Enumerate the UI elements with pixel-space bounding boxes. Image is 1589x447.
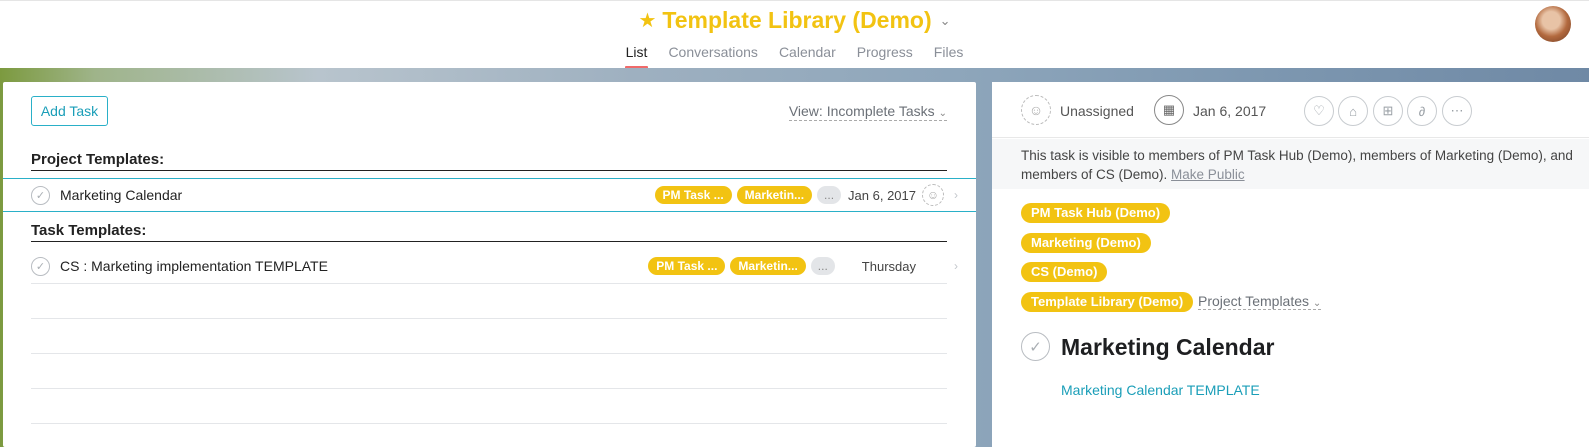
more-options-icon[interactable]: ⋯ [1442,96,1472,126]
task-list-pane: Add Task View: Incomplete Tasks ⌄ Project… [3,82,976,447]
complete-check-icon[interactable]: ✓ [31,185,50,205]
view-filter-dropdown[interactable]: View: Incomplete Tasks ⌄ [788,103,947,121]
add-task-button[interactable]: Add Task [31,96,108,126]
chevron-down-icon[interactable]: ⌄ [940,13,951,29]
tab-list[interactable]: List [624,44,649,70]
unassigned-user-icon[interactable]: ☺ [922,184,944,206]
chevron-right-icon[interactable]: › [954,259,958,273]
row-divider [31,283,947,284]
due-date: Thursday [861,258,916,274]
project-tag[interactable]: PM Task ... [648,257,726,275]
complete-check-icon[interactable]: ✓ [31,256,50,276]
due-date-label[interactable]: Jan 6, 2017 [1193,103,1266,119]
attachment-icon[interactable]: ∂ [1407,96,1437,126]
tab-calendar[interactable]: Calendar [778,44,837,68]
make-public-link[interactable]: Make Public [1171,167,1245,182]
task-name[interactable]: Marketing Calendar [60,187,655,203]
visibility-text: This task is visible to members of PM Ta… [1021,148,1573,163]
tag-icon[interactable]: ⌂ [1338,96,1368,126]
project-tag[interactable]: Marketin... [730,257,806,275]
view-filter-label: View: Incomplete Tasks [788,103,935,119]
more-tags-pill[interactable]: ... [817,186,842,204]
description-link[interactable]: Marketing Calendar TEMPLATE [1061,382,1260,398]
section-header[interactable]: Task Templates: [31,222,947,242]
chevron-down-icon: ⌄ [1312,298,1322,309]
visibility-notice: This task is visible to members of PM Ta… [992,139,1589,189]
task-name[interactable]: CS : Marketing implementation TEMPLATE [60,258,648,274]
star-icon[interactable]: ★ [638,11,656,31]
section-header[interactable]: Project Templates: [31,151,947,171]
empty-row-divider [31,423,947,424]
project-tag[interactable]: Marketin... [736,186,813,204]
project-tag[interactable]: PM Task ... [654,186,732,204]
heart-icon[interactable]: ♡ [1304,96,1334,126]
assignee-icon[interactable]: ☺ [1021,95,1051,125]
project-membership-pill[interactable]: PM Task Hub (Demo) [1021,203,1171,223]
project-membership-pill[interactable]: Marketing (Demo) [1021,233,1151,253]
visibility-text: members of CS (Demo). [1021,167,1168,182]
due-date: Jan 6, 2017 [848,187,916,203]
task-row[interactable]: ✓ CS : Marketing implementation TEMPLATE… [3,249,976,283]
avatar[interactable] [1535,6,1571,42]
chevron-down-icon: ⌄ [938,108,947,119]
subtasks-icon[interactable]: ⊞ [1373,96,1403,126]
task-title[interactable]: Marketing Calendar [1061,334,1274,361]
project-tabs: List Conversations Calendar Progress Fil… [0,44,1589,70]
project-title-dropdown[interactable]: ★ Template Library (Demo) ⌄ [638,7,950,34]
empty-row-divider [31,318,947,319]
project-title: Template Library (Demo) [662,7,932,33]
section-label: Project Templates [1198,293,1310,309]
task-row[interactable]: ✓ Marketing Calendar PM Task ... Marketi… [3,178,976,212]
more-tags-pill[interactable]: ... [810,257,835,275]
task-detail-pane: ☺ Unassigned ▦ Jan 6, 2017 ♡ ⌂ ⊞ ∂ ⋯ Thi… [992,82,1589,447]
top-bar: ★ Template Library (Demo) ⌄ List Convers… [0,0,1589,70]
project-membership-pill[interactable]: Template Library (Demo) [1021,292,1194,312]
empty-row-divider [31,388,947,389]
calendar-icon[interactable]: ▦ [1154,95,1184,125]
chevron-right-icon[interactable]: › [954,188,958,202]
tab-progress[interactable]: Progress [856,44,914,68]
section-dropdown[interactable]: Project Templates ⌄ [1198,293,1322,310]
tab-files[interactable]: Files [933,44,965,68]
assignee-label[interactable]: Unassigned [1060,103,1134,119]
project-membership-pill[interactable]: CS (Demo) [1021,262,1108,282]
tab-conversations[interactable]: Conversations [667,44,759,68]
detail-toolbar: ☺ Unassigned ▦ Jan 6, 2017 ♡ ⌂ ⊞ ∂ ⋯ [992,82,1589,138]
complete-check-icon[interactable]: ✓ [1021,332,1050,361]
empty-row-divider [31,353,947,354]
